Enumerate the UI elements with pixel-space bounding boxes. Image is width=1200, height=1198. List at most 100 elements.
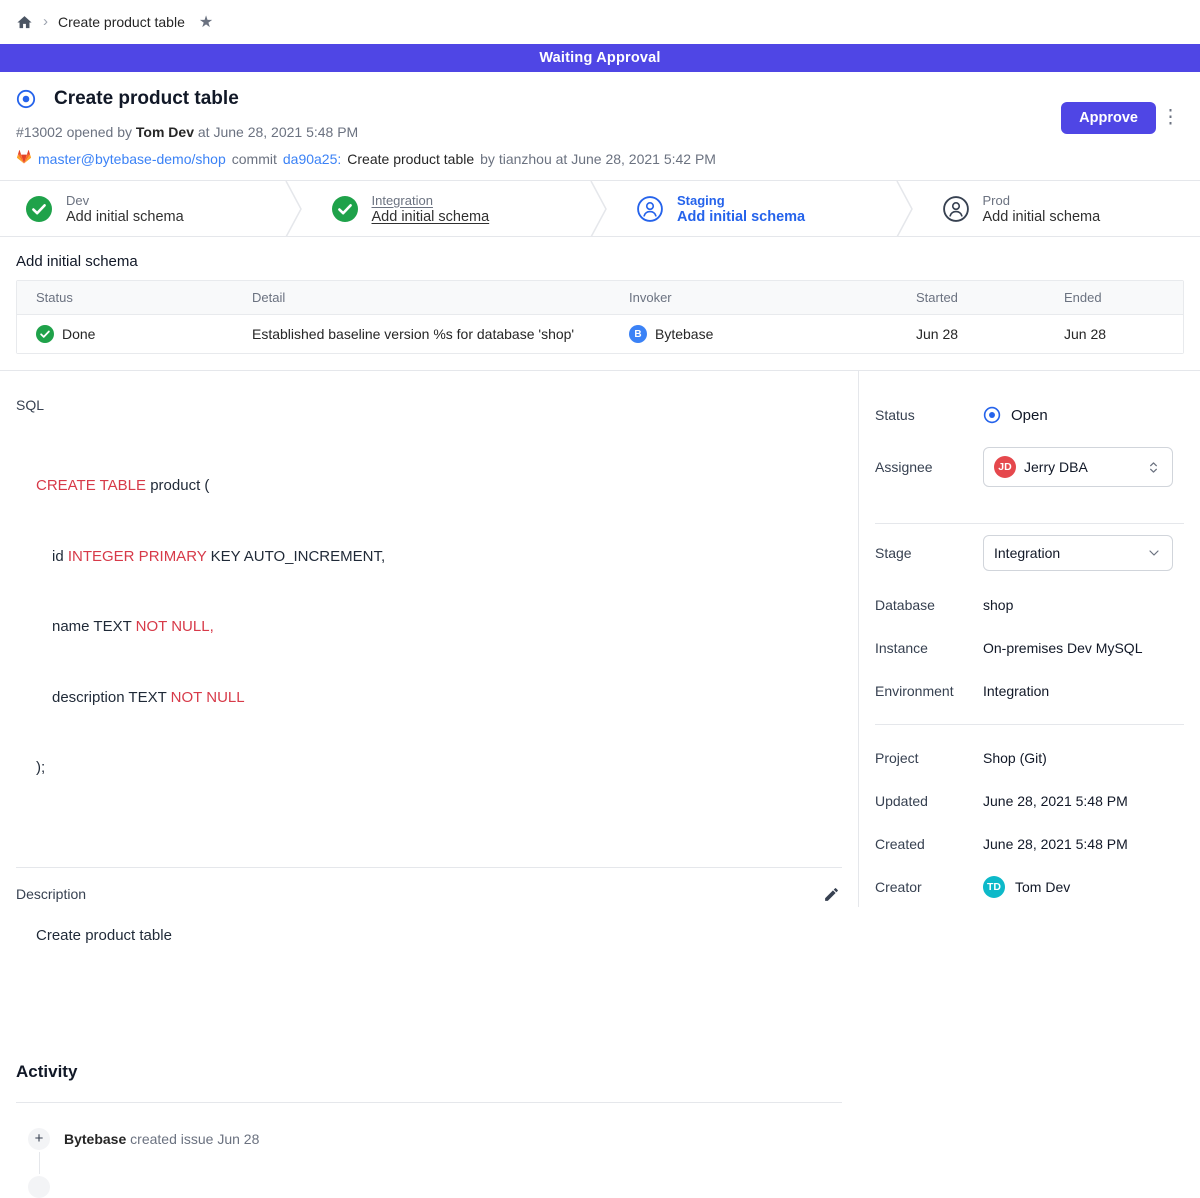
task-status-text: Done: [62, 326, 95, 342]
edit-pencil-icon[interactable]: [821, 884, 842, 905]
column-header-ended: Ended: [1064, 290, 1183, 305]
activity-section-title: Activity: [16, 1062, 842, 1082]
description-text: Create product table: [36, 927, 842, 944]
task-started-date: Jun 28: [916, 326, 1064, 342]
divider: [875, 724, 1184, 725]
column-header-started: Started: [916, 290, 1064, 305]
bytebase-avatar: B: [629, 325, 647, 343]
activity-action: created issue Jun 28: [130, 1131, 259, 1147]
issue-opener: Tom Dev: [136, 124, 194, 140]
issue-id-text: #13002 opened by: [16, 124, 132, 140]
creator-avatar: TD: [983, 876, 1005, 898]
divider: [875, 523, 1184, 524]
stage-done-check-icon: [332, 196, 358, 222]
assignee-name: Jerry DBA: [1024, 459, 1137, 475]
task-ended-date: Jun 28: [1064, 326, 1183, 342]
activity-next-icon: [28, 1176, 50, 1198]
activity-item: + Bytebase created issue Jun 28: [28, 1128, 842, 1150]
stage-separator-icon: [284, 181, 306, 236]
stage-pending-person-icon: [637, 196, 663, 222]
task-invoker-name: Bytebase: [655, 326, 713, 342]
table-row[interactable]: Done Established baseline version %s for…: [17, 315, 1183, 353]
column-header-invoker: Invoker: [629, 290, 916, 305]
stage-env-label: Dev: [66, 193, 184, 208]
divider: [16, 867, 842, 868]
stage-task-label: Add initial schema: [372, 209, 490, 225]
stage-task-label: Add initial schema: [66, 209, 184, 225]
task-section: Add initial schema Status Detail Invoker…: [0, 237, 1200, 354]
creator-name: Tom Dev: [1015, 879, 1070, 895]
sql-code-block: CREATE TABLE product ( id INTEGER PRIMAR…: [36, 427, 842, 827]
sql-line: id INTEGER PRIMARY KEY AUTO_INCREMENT,: [36, 545, 842, 569]
stage-separator-icon: [589, 181, 611, 236]
stage-task-label: Add initial schema: [983, 209, 1101, 225]
instance-label: Instance: [875, 640, 983, 656]
breadcrumb-page-title: Create product table: [58, 14, 185, 30]
stage-task-label: Add initial schema: [677, 209, 805, 225]
open-status-icon: [983, 406, 1001, 424]
breadcrumb: › Create product table ★: [0, 0, 1200, 44]
favorite-star-icon[interactable]: ★: [199, 12, 213, 32]
assignee-select[interactable]: JD Jerry DBA: [983, 447, 1173, 487]
gitlab-icon: [16, 149, 32, 168]
task-table: Status Detail Invoker Started Ended Done…: [16, 280, 1184, 354]
task-section-title: Add initial schema: [16, 253, 1184, 270]
vcs-commit-line: master@bytebase-demo/shop commit da90a25…: [16, 149, 1184, 168]
sql-line: name TEXT NOT NULL,: [36, 615, 842, 639]
breadcrumb-chevron-icon: ›: [43, 14, 48, 29]
selector-updown-icon: [1145, 459, 1162, 476]
database-label: Database: [875, 597, 983, 613]
more-options-icon[interactable]: ⋮: [1157, 104, 1184, 131]
updated-value: June 28, 2021 5:48 PM: [983, 793, 1128, 809]
stage-prod[interactable]: Prod Add initial schema: [917, 181, 1200, 236]
status-label: Status: [875, 407, 983, 423]
home-icon[interactable]: [16, 14, 33, 31]
issue-opened-at: at June 28, 2021 5:48 PM: [198, 124, 358, 140]
commit-message: Create product table: [347, 151, 474, 167]
chevron-down-icon: [1146, 545, 1162, 561]
sql-line: CREATE TABLE product (: [36, 474, 842, 498]
commit-hash-link[interactable]: da90a25:: [283, 151, 341, 167]
sql-line: );: [36, 756, 842, 780]
divider: [16, 1102, 842, 1103]
bytebase-issue-page: { "colors": { "accent": "#4f46e5", "link…: [0, 0, 1200, 900]
main-column: SQL CREATE TABLE product ( id INTEGER PR…: [0, 371, 858, 907]
commit-byline: by tianzhou at June 28, 2021 5:42 PM: [480, 151, 716, 167]
stage-staging-active[interactable]: Staging Add initial schema: [611, 181, 895, 236]
approve-button[interactable]: Approve: [1061, 102, 1156, 134]
stage-pending-person-icon: [943, 196, 969, 222]
banner-text: Waiting Approval: [539, 50, 660, 66]
stage-env-label: Staging: [677, 193, 805, 208]
status-value: Open: [1011, 407, 1048, 424]
stage-selected-value: Integration: [994, 545, 1138, 561]
activity-actor: Bytebase: [64, 1131, 126, 1147]
activity-plus-icon: +: [28, 1128, 50, 1150]
creator-label: Creator: [875, 879, 983, 895]
issue-meta: #13002 opened by Tom Dev at June 28, 202…: [16, 124, 1184, 140]
stage-dev[interactable]: Dev Add initial schema: [0, 181, 284, 236]
issue-header: Create product table #13002 opened by To…: [0, 72, 1200, 180]
environment-value: Integration: [983, 683, 1049, 699]
waiting-approval-banner: Waiting Approval: [0, 44, 1200, 72]
stage-separator-icon: [895, 181, 917, 236]
commit-word: commit: [232, 151, 277, 167]
pipeline-stage-bar: Dev Add initial schema Integration Add i…: [0, 180, 1200, 237]
task-detail-text: Established baseline version %s for data…: [252, 326, 629, 342]
stage-done-check-icon: [26, 196, 52, 222]
created-label: Created: [875, 836, 983, 852]
stage-select[interactable]: Integration: [983, 535, 1173, 571]
stage-env-label: Integration: [372, 193, 490, 208]
project-value: Shop (Git): [983, 750, 1047, 766]
sql-line: description TEXT NOT NULL: [36, 686, 842, 710]
page-title: Create product table: [54, 88, 239, 110]
database-value: shop: [983, 597, 1013, 613]
branch-repo-link[interactable]: master@bytebase-demo/shop: [38, 151, 226, 167]
project-label: Project: [875, 750, 983, 766]
instance-value: On-premises Dev MySQL: [983, 640, 1142, 656]
environment-label: Environment: [875, 683, 983, 699]
done-check-icon: [36, 325, 54, 343]
assignee-label: Assignee: [875, 459, 983, 475]
task-table-header: Status Detail Invoker Started Ended: [17, 281, 1183, 315]
stage-integration[interactable]: Integration Add initial schema: [306, 181, 590, 236]
stage-env-label: Prod: [983, 193, 1101, 208]
